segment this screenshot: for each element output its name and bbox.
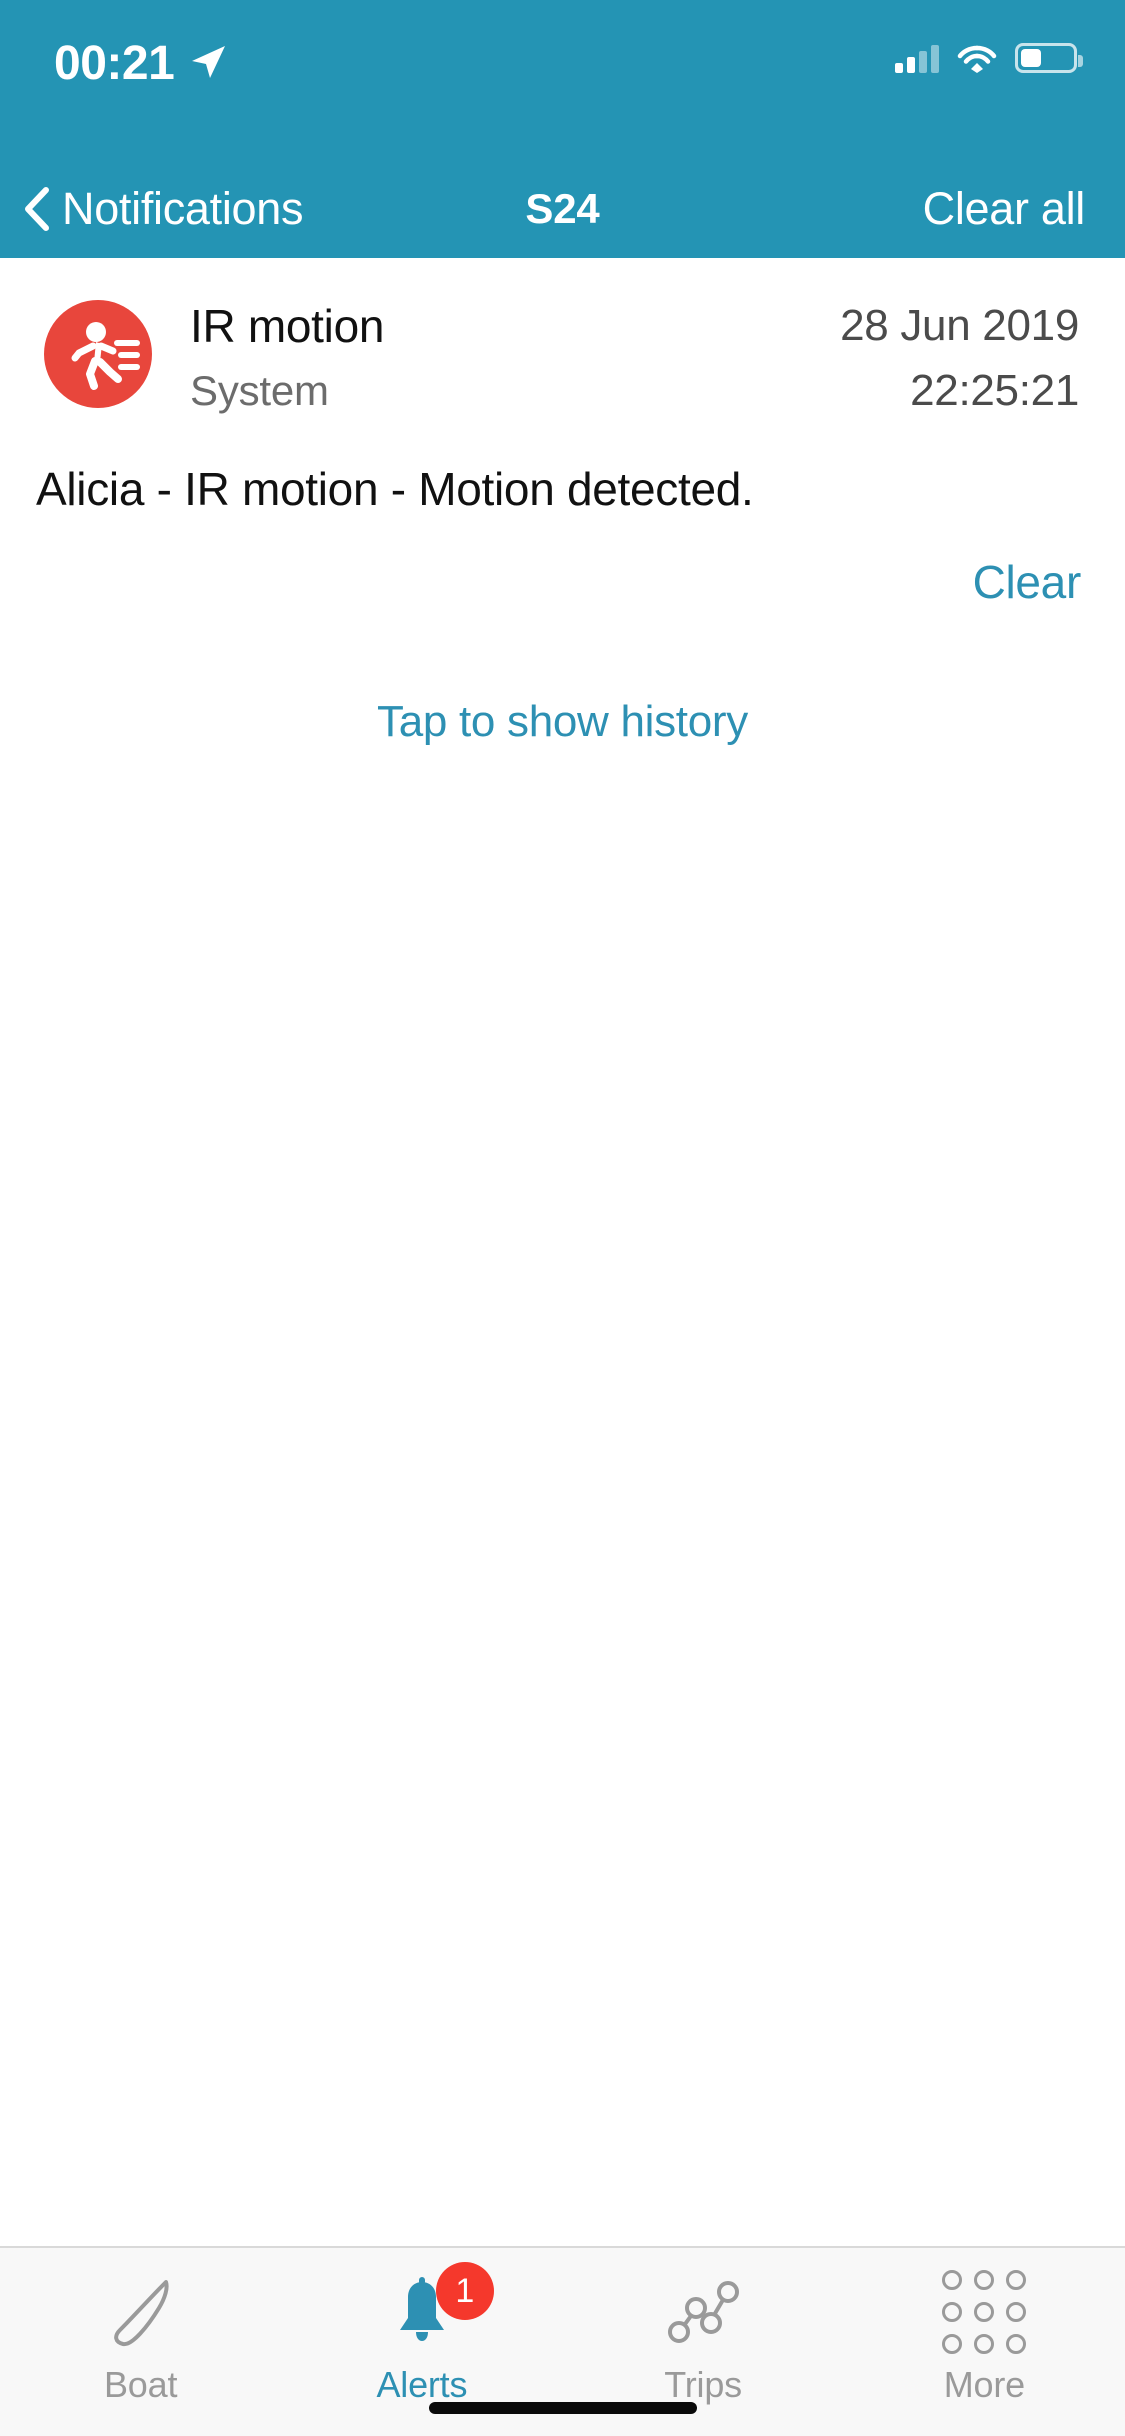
back-button-label: Notifications: [62, 183, 304, 234]
notification-header: IR motion System 28 Jun 2019 22:25:21: [0, 298, 1125, 418]
clear-notification-button[interactable]: Clear: [973, 556, 1082, 608]
wifi-icon: [957, 45, 997, 73]
chevron-left-icon: [25, 187, 49, 231]
tab-boat-label: Boat: [103, 2364, 178, 2405]
location-arrow-icon: [192, 46, 225, 78]
boat-hull-icon: [113, 2280, 169, 2347]
status-bar: 00:21: [0, 0, 1125, 160]
tab-alerts-icon-wrap: 1: [384, 2262, 494, 2350]
notification-time: 22:25:21: [910, 366, 1079, 415]
tab-more-icon-wrap: [942, 2270, 1027, 2354]
tab-trips-label: Trips: [664, 2364, 742, 2405]
clear-all-button[interactable]: Clear all: [923, 184, 1086, 234]
tab-boat[interactable]: Boat: [0, 2248, 281, 2436]
content-area: IR motion System 28 Jun 2019 22:25:21 Al…: [0, 258, 1125, 2246]
notification-body: Alicia - IR motion - Motion detected.: [36, 463, 754, 515]
notification-date: 28 Jun 2019: [840, 301, 1079, 350]
notification-clear-row: Clear: [0, 518, 1125, 610]
tab-trips-icon-wrap: [663, 2274, 743, 2350]
trip-route-nodes-icon: [668, 2281, 740, 2343]
notification-meta: IR motion System 28 Jun 2019 22:25:21: [152, 298, 1079, 418]
battery-icon: [1015, 43, 1083, 73]
app-screen: 00:21 Notifications S24 Clear all IR mot…: [0, 0, 1125, 2436]
tab-more-label: More: [943, 2364, 1025, 2405]
tab-boat-icon-wrap: [102, 2274, 180, 2350]
home-indicator: [428, 2402, 697, 2414]
navigation-bar: Notifications S24 Clear all: [0, 160, 1125, 258]
tab-alerts-label: Alerts: [376, 2364, 468, 2405]
status-bar-time: 00:21: [54, 37, 175, 90]
running-person-motion-icon: [71, 322, 140, 390]
notification-avatar: [44, 300, 152, 408]
cellular-signal-icon: [895, 43, 939, 73]
notification-source: System: [190, 367, 329, 414]
notification-title: IR motion: [190, 300, 385, 352]
back-button[interactable]: Notifications: [22, 183, 304, 234]
show-history-row: Tap to show history: [0, 694, 1125, 750]
status-bar-indicators: [895, 42, 1083, 74]
tap-to-show-history-button[interactable]: Tap to show history: [377, 697, 748, 746]
grid-dots-icon: [942, 2270, 1027, 2354]
alerts-badge: 1: [435, 2262, 494, 2320]
notification-card[interactable]: IR motion System 28 Jun 2019 22:25:21 Al…: [0, 258, 1125, 610]
tab-more[interactable]: More: [844, 2248, 1125, 2436]
